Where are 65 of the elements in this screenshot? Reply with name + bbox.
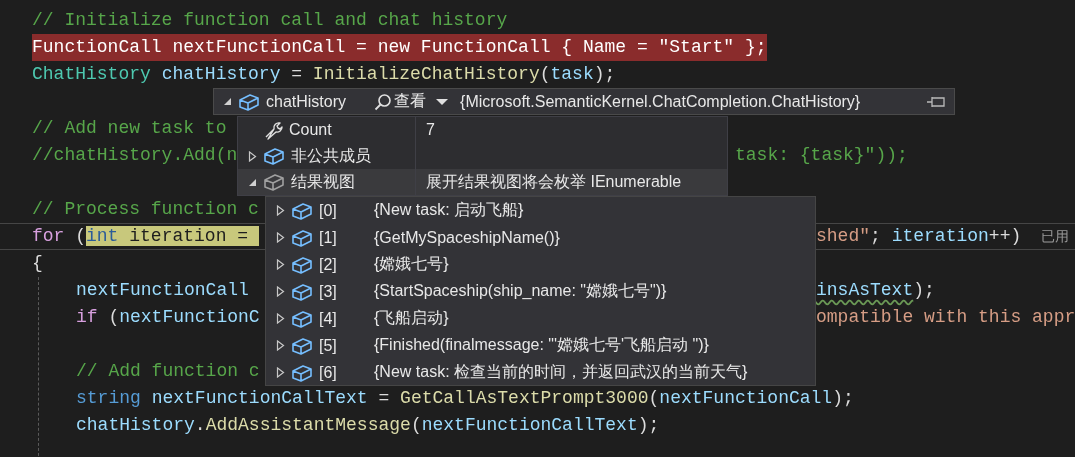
cube-icon (263, 146, 285, 166)
code-line: task: {task}")); (735, 144, 908, 167)
code-line: ompatible with this appr (816, 306, 1075, 329)
collapsed-arrow-icon[interactable] (276, 367, 285, 378)
item-value: {New task: 检查当前的时间，并返回武汉的当前天气} (374, 362, 748, 382)
item-index: [4] (319, 309, 337, 328)
expanded-arrow-icon[interactable] (248, 177, 257, 187)
code-line: ChatHistory chatHistory = InitializeChatHistory(task); (32, 64, 616, 84)
search-button[interactable]: 查看 (374, 91, 427, 112)
cube-icon (291, 308, 313, 329)
item-index: [1] (319, 228, 337, 247)
cube-icon (263, 172, 285, 192)
value-text: {Microsoft.SemanticKernel.ChatCompletion.ChatHistory} (460, 92, 861, 111)
member-name: Count (289, 121, 332, 139)
member-row[interactable]: Count 7 (238, 117, 727, 143)
item-value: {Finished(finalmessage: "'嫦娥七号'飞船启动 ")} (374, 335, 709, 355)
code-line: //chatHistory.Add(n (32, 145, 238, 165)
code-line: // Add function c (76, 361, 260, 381)
code-line: chatHistory.AddAssistantMessage(nextFunctionCallText); (76, 415, 660, 435)
code-line: // Add new task to (32, 118, 227, 138)
expanded-arrow-icon[interactable] (223, 97, 232, 106)
item-value: {StartSpaceship(ship_name: "嫦娥七号")} (374, 281, 667, 301)
cube-icon (291, 227, 313, 248)
member-name: 非公共成员 (291, 145, 371, 166)
code-line: { (32, 253, 43, 273)
collapsed-arrow-icon[interactable] (276, 340, 285, 351)
code-line: // Process function c (32, 199, 259, 219)
item-value: {嫦娥七号} (374, 254, 449, 274)
collapsed-arrow-icon[interactable] (276, 259, 285, 270)
collapsed-arrow-icon[interactable] (276, 313, 285, 324)
cube-icon (291, 281, 313, 302)
member-value: 7 (425, 121, 435, 139)
code-line: string nextFunctionCallText = GetCallAsTextPrompt3000(nextFunctionCall); (76, 388, 854, 408)
caret-icon[interactable] (436, 97, 449, 106)
wrench-icon (263, 120, 283, 140)
member-name: 结果视图 (291, 171, 355, 192)
collapsed-arrow-icon[interactable] (276, 205, 285, 216)
cube-icon (291, 335, 313, 356)
code-line: // Initialize function call and chat history (32, 10, 508, 30)
code-line: for (int iteration = (32, 226, 259, 246)
item-index: [5] (319, 336, 337, 355)
expression-name: chatHistory (266, 92, 347, 111)
pin-icon[interactable] (926, 94, 946, 109)
item-index: [2] (319, 255, 337, 274)
collapsed-arrow-icon[interactable] (248, 150, 257, 162)
item-value: {GetMySpaceshipName()} (374, 228, 560, 247)
item-index: [6] (319, 363, 337, 382)
member-row[interactable]: 结果视图 展开结果视图将会枚举 IEnumerable (238, 169, 727, 195)
cube-icon (291, 254, 313, 275)
item-value: {New task: 启动飞船} (374, 200, 524, 220)
member-value: 展开结果视图将会枚举 IEnumerable (425, 171, 682, 192)
search-icon (374, 92, 393, 111)
collapsed-arrow-icon[interactable] (276, 286, 285, 297)
cube-icon (238, 91, 260, 112)
code-line: insAsText); (816, 279, 935, 302)
inline-hint: 已用 (1041, 227, 1070, 246)
cube-icon (291, 200, 313, 221)
item-index: [3] (319, 282, 337, 301)
item-index: [0] (319, 201, 337, 220)
cube-icon (291, 362, 313, 383)
code-line: nextFunctionCall (76, 280, 249, 300)
item-value: {飞船启动} (374, 308, 449, 328)
collapsed-arrow-icon[interactable] (276, 232, 285, 243)
code-line: if (nextFunctionC (76, 307, 260, 327)
code-line: shed"; iteration++) (816, 225, 1022, 248)
